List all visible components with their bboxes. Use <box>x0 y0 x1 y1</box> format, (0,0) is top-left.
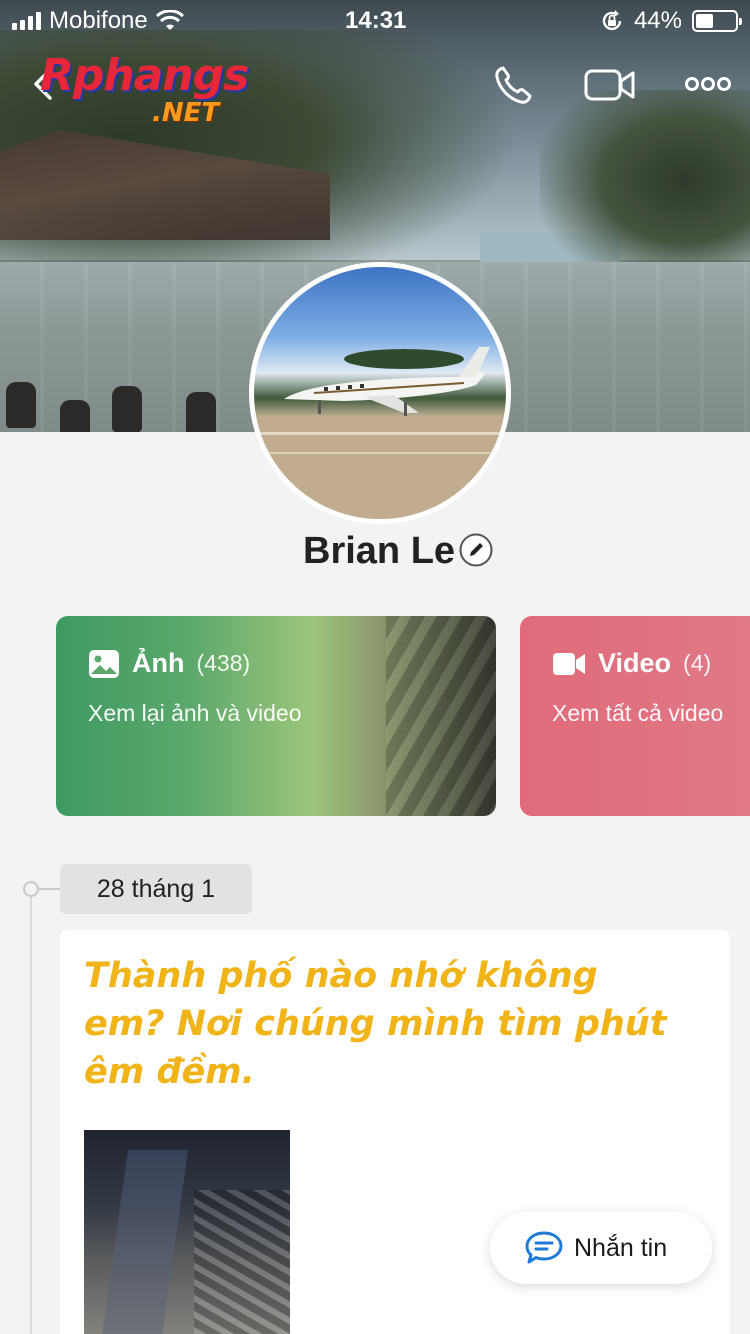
profile-name-row: Brian Le <box>0 530 750 580</box>
videos-count: (4) <box>683 650 712 676</box>
videos-subtitle: Xem tất cả video <box>552 700 724 726</box>
avatar[interactable] <box>249 262 511 524</box>
videos-label: Video <box>598 648 672 678</box>
jet-plane-image <box>254 347 506 519</box>
photos-card[interactable]: Ảnh (438) Xem lại ảnh và video <box>56 616 496 816</box>
video-camera-icon[interactable] <box>584 62 636 108</box>
carrier-group: Mobifone <box>12 7 184 35</box>
profile-name: Brian Le <box>303 530 456 572</box>
timeline-connector <box>39 888 61 890</box>
status-right: 44% <box>600 7 742 35</box>
wifi-icon <box>155 10 184 30</box>
status-bar: Mobifone 14:31 44% <box>0 0 750 40</box>
logo-text-sub: .NET <box>152 98 220 128</box>
carrier-name: Mobifone <box>49 7 148 34</box>
logo-text-main: Rphangs <box>40 50 249 101</box>
post-image[interactable] <box>84 1130 290 1334</box>
logo: Rphangs .NET <box>40 50 270 130</box>
image-icon <box>89 649 119 678</box>
cover-post <box>112 386 142 432</box>
battery-icon <box>692 10 742 32</box>
phone-icon[interactable] <box>490 62 540 108</box>
timeline-dot <box>23 881 39 897</box>
photos-subtitle: Xem lại ảnh và video <box>88 700 302 726</box>
signal-icon <box>12 12 41 30</box>
cover-post <box>6 382 36 428</box>
message-button-label: Nhắn tin <box>574 1233 668 1262</box>
timeline-line <box>30 896 32 1334</box>
cover-palms-right <box>540 90 750 290</box>
pencil-icon[interactable] <box>459 533 493 567</box>
photos-label: Ảnh <box>132 648 185 678</box>
clock: 14:31 <box>345 7 407 34</box>
cover-post <box>60 400 90 432</box>
cover-post <box>186 392 216 432</box>
message-button[interactable]: Nhắn tin <box>490 1212 712 1284</box>
videos-card[interactable]: Video (4) Xem tất cả video <box>520 616 750 816</box>
battery-fill <box>696 14 713 28</box>
video-icon <box>553 652 585 675</box>
timeline-date: 28 tháng 1 <box>60 864 252 914</box>
more-dots-icon[interactable] <box>684 62 732 108</box>
photos-count: (438) <box>196 650 251 676</box>
battery-percent: 44% <box>633 7 682 34</box>
videos-card-title: Video (4) <box>552 648 711 679</box>
photos-card-title: Ảnh (438) <box>88 648 250 679</box>
rotation-lock-icon <box>602 10 622 31</box>
chat-bubble-icon <box>525 1231 563 1264</box>
post-text: Thành phố nào nhớ không em? Nơi chúng mì… <box>84 956 667 1092</box>
